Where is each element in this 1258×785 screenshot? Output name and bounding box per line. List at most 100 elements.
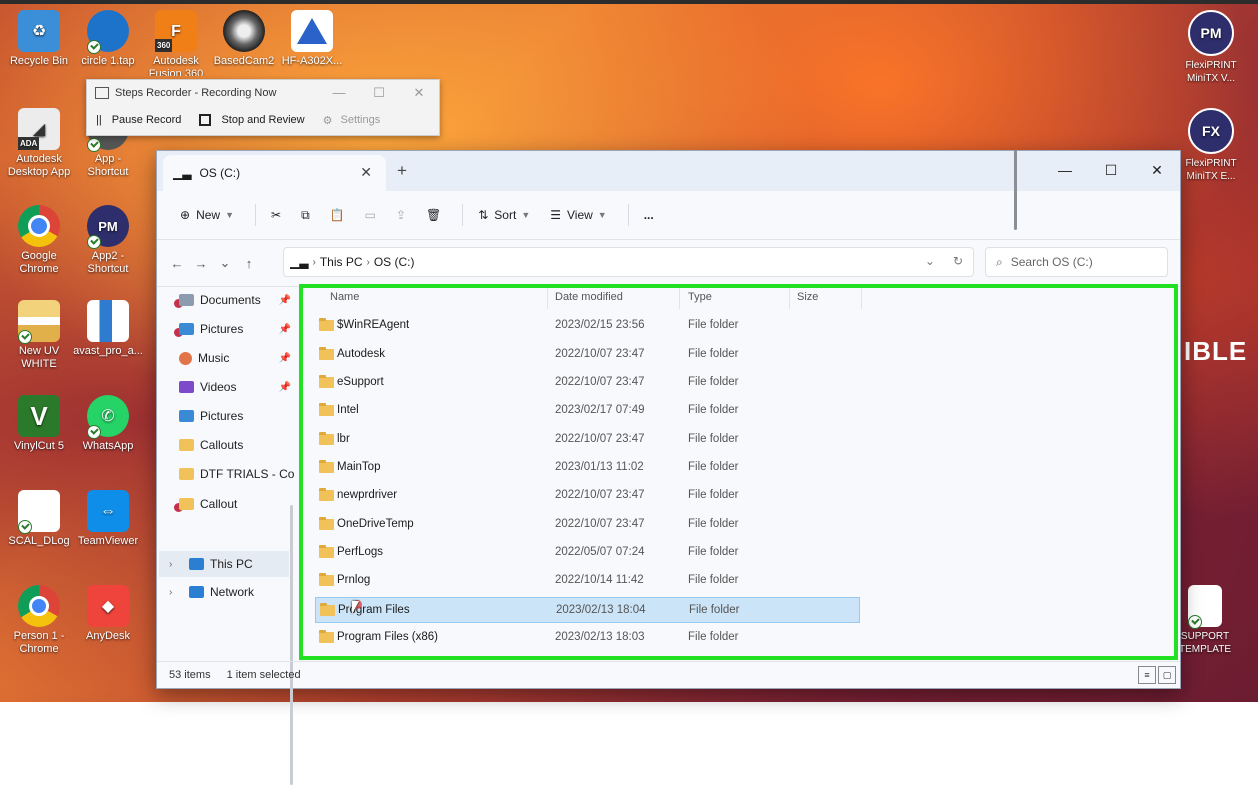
desktop-icon-teamviewer[interactable]: ⇔ TeamViewer [73, 490, 143, 548]
pictures-icon [179, 410, 194, 422]
forward-arrow-icon[interactable]: → [189, 256, 213, 271]
sidebar-item-documents[interactable]: Documents 📌 [174, 289, 297, 311]
share-button[interactable]: ⇪ [389, 199, 413, 231]
up-arrow-icon[interactable]: ↑ [237, 256, 261, 271]
archive-icon [18, 300, 60, 344]
pause-record-button[interactable]: || Pause Record [87, 109, 190, 131]
search-box[interactable]: ⌕ Search OS (C:) [985, 247, 1168, 277]
sidebar-item-videos[interactable]: Videos 📌 [179, 376, 297, 398]
gear-icon: ⚙ [322, 114, 333, 127]
file-list-scrollbar[interactable] [1014, 150, 1017, 230]
sidebar-scrollbar[interactable] [290, 505, 293, 785]
stop-and-review-button[interactable]: Stop and Review [190, 109, 313, 131]
desktop-icon-support-template[interactable]: SUPPORT TEMPLATE [1174, 585, 1236, 656]
copy-button[interactable]: ⧉ [294, 199, 317, 231]
desktop-icon-google-chrome[interactable]: Google Chrome [4, 205, 74, 276]
desktop-icon-person1-chrome[interactable]: Person 1 - Chrome [4, 585, 74, 656]
table-row[interactable]: lbr 2022/10/07 23:47 File folder [315, 427, 860, 453]
address-bar[interactable]: ▁▃ › This PC › OS (C:) ⌄ ↻ [283, 247, 974, 277]
folder-icon [319, 318, 334, 331]
details-view-icon[interactable]: ≡ [1138, 666, 1156, 684]
selection-count: 1 item selected [226, 669, 301, 681]
desktop-icon-circle-tap[interactable]: circle 1.tap [73, 10, 143, 68]
column-header-type[interactable]: Type [688, 291, 712, 303]
sidebar-item-this-pc[interactable]: › This PC [159, 551, 289, 577]
desktop-icon-flexiprint-e[interactable]: FX FlexiPRINT MiniTX E... [1176, 108, 1246, 183]
sidebar-item-pictures-2[interactable]: Pictures [179, 405, 297, 427]
maximize-button[interactable]: ☐ [359, 85, 399, 101]
maximize-button[interactable]: ☐ [1088, 153, 1134, 187]
table-row[interactable]: $WinREAgent 2023/02/15 23:56 File folder [315, 313, 860, 339]
sidebar-item-pictures[interactable]: Pictures 📌 [174, 318, 297, 340]
rename-button[interactable]: ▭ [358, 199, 383, 231]
tiles-view-icon[interactable]: ▢ [1158, 666, 1176, 684]
chevron-right-icon: › [312, 256, 316, 268]
drive-icon: ▁▃ [290, 255, 309, 269]
desktop-icon-vinylcut-5[interactable]: V VinylCut 5 [4, 395, 74, 453]
table-row[interactable]: PerfLogs 2022/05/07 07:24 File folder [315, 540, 860, 566]
chrome-icon [18, 205, 60, 247]
table-row[interactable]: newprdriver 2022/10/07 23:47 File folder [315, 483, 860, 509]
desktop-icon-scal-dlog[interactable]: SCAL_DLog [4, 490, 74, 548]
address-bar-row: ← → ⌄ ↑ ▁▃ › This PC › OS (C:) ⌄ ↻ ⌕ Sea… [157, 240, 1180, 287]
minimize-button[interactable]: — [1042, 153, 1088, 187]
desktop-icon-new-uv-white[interactable]: New UV WHITE [4, 300, 74, 371]
recent-chevron-icon[interactable]: ⌄ [213, 255, 237, 271]
close-button[interactable]: ✕ [399, 85, 439, 101]
divider [547, 287, 548, 309]
table-row[interactable]: eSupport 2022/10/07 23:47 File folder [315, 370, 860, 396]
network-icon [189, 586, 204, 598]
more-options-button[interactable]: ... [637, 199, 661, 231]
sidebar-item-music[interactable]: Music 📌 [179, 347, 297, 369]
desktop-icon-whatsapp[interactable]: ✆ WhatsApp [73, 395, 143, 453]
desktop-icon-fusion-360[interactable]: F 360 Autodesk Fusion 360 [141, 10, 211, 76]
desktop-icon-recycle-bin[interactable]: ♻ Recycle Bin [4, 10, 74, 68]
table-row[interactable]: MainTop 2023/01/13 11:02 File folder [315, 455, 860, 481]
column-header-date[interactable]: Date modified [555, 291, 623, 303]
table-row[interactable]: Program Files (x86) 2023/02/13 18:03 File … [315, 625, 860, 651]
camera-icon [223, 10, 265, 52]
table-row-selected[interactable]: Program Files 2023/02/13 18:04 File folder [315, 597, 860, 623]
desktop-icon-basedcam2[interactable]: BasedCam2 [209, 10, 279, 68]
minimize-button[interactable]: — [319, 85, 359, 101]
new-button[interactable]: ⊕ New ▼ [173, 199, 241, 231]
column-header-name[interactable]: Name [330, 291, 359, 303]
chevron-down-icon[interactable]: ⌄ [925, 254, 935, 268]
breadcrumb-os-c[interactable]: OS (C:) [374, 255, 415, 269]
chevron-right-icon[interactable]: › [169, 559, 172, 570]
folder-icon [319, 573, 334, 586]
desktop-icon-anydesk[interactable]: ◆ AnyDesk [73, 585, 143, 643]
chevron-right-icon[interactable]: › [169, 587, 172, 598]
navigation-pane: Documents 📌 Pictures 📌 Music 📌 Videos 📌 … [157, 285, 297, 785]
folder-icon [319, 432, 334, 445]
close-button[interactable]: ✕ [1134, 153, 1180, 187]
view-icon: ☰ [550, 208, 561, 222]
paste-button[interactable]: 📋 [323, 199, 352, 231]
sidebar-item-callout[interactable]: Callout [174, 493, 297, 515]
settings-button[interactable]: ⚙ Settings [314, 109, 390, 131]
refresh-icon[interactable]: ↻ [953, 254, 963, 268]
new-tab-button[interactable]: + [397, 161, 407, 181]
desktop-icon-autodesk-desktop-app[interactable]: ◢ ADA Autodesk Desktop App [4, 108, 74, 179]
close-tab-icon[interactable]: ✕ [360, 164, 372, 181]
sidebar-item-dtf-trials[interactable]: DTF TRIALS - Co [179, 463, 297, 485]
desktop-icon-flexiprint-v[interactable]: PM FlexiPRINT MiniTX V... [1176, 10, 1246, 85]
steps-recorder-titlebar[interactable]: Steps Recorder - Recording Now — ☐ ✕ [87, 80, 439, 106]
sidebar-item-network[interactable]: › Network [159, 581, 289, 603]
desktop-icon-hf-a302x[interactable]: HF-A302X... [277, 10, 347, 76]
table-row[interactable]: OneDriveTemp 2022/10/07 23:47 File folder [315, 512, 860, 538]
breadcrumb-this-pc[interactable]: This PC [320, 255, 363, 269]
sidebar-item-callouts[interactable]: Callouts [179, 434, 297, 456]
desktop-icon-app2-shortcut[interactable]: PM App2 - Shortcut [73, 205, 143, 276]
delete-button[interactable]: 🗑 [419, 199, 448, 231]
table-row[interactable]: Autodesk 2022/10/07 23:47 File folder [315, 342, 860, 368]
cut-button[interactable]: ✂ [264, 199, 288, 231]
desktop-icon-avast[interactable]: avast_pro_a... [73, 300, 143, 358]
table-row[interactable]: Intel 2023/02/17 07:49 File folder [315, 398, 860, 424]
sort-button[interactable]: ⇅ Sort ▼ [471, 199, 537, 231]
view-button[interactable]: ☰ View ▼ [543, 199, 613, 231]
tab-os-c[interactable]: ▁▃ OS (C:) ✕ [163, 155, 386, 191]
column-header-size[interactable]: Size [797, 291, 818, 303]
back-arrow-icon[interactable]: ← [165, 256, 189, 271]
table-row[interactable]: Prnlog 2022/10/14 11:42 File folder [315, 568, 860, 594]
